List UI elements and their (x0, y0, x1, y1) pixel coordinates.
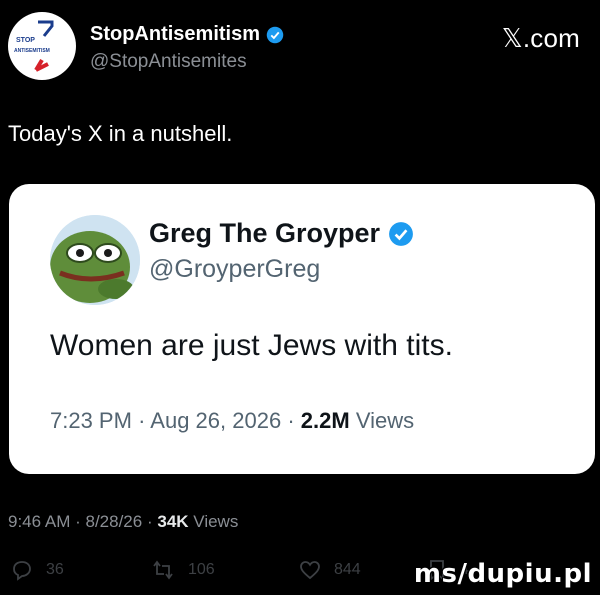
avatar-text-bottom: ANTISEMITISM (14, 48, 50, 54)
watermark: ms/dupiu.pl (413, 559, 592, 589)
quoted-date: Aug 26, 2026 (150, 408, 282, 433)
tweet-time[interactable]: 9:46 AM (8, 512, 70, 531)
quoted-tweet-text: Women are just Jews with tits. (50, 329, 453, 362)
quoted-views-count: 2.2M (300, 408, 350, 433)
tweet-text: Today's X in a nutshell. (8, 121, 233, 146)
retweet-icon (153, 560, 173, 580)
retweet-button[interactable]: 106 (150, 558, 215, 582)
like-count: 844 (334, 561, 361, 578)
quoted-name-row: Greg The Groyper (149, 218, 414, 249)
author-avatar[interactable]: STOP ANTISEMITISM (8, 12, 76, 80)
author-display-name[interactable]: StopAntisemitism (90, 23, 260, 46)
quoted-display-name[interactable]: Greg The Groyper (149, 218, 380, 249)
tweet-meta: 9:46 AM · 8/28/26 · 34K Views (8, 512, 239, 531)
quoted-time: 7:23 PM (50, 408, 132, 433)
quoted-tweet-card[interactable]: Greg The Groyper @GroyperGreg Women are … (9, 184, 595, 474)
stop-antisemitism-logo: STOP ANTISEMITISM (14, 20, 54, 72)
quoted-tweet-meta: 7:23 PM · Aug 26, 2026 · 2.2M Views (50, 408, 415, 433)
quoted-verified-badge-icon (389, 221, 413, 246)
like-button[interactable]: 844 (298, 558, 361, 582)
retweet-count: 106 (188, 561, 215, 578)
pepe-frog-avatar (50, 215, 140, 305)
author-name-row: StopAntisemitism (90, 23, 284, 46)
avatar-text-top: STOP (16, 37, 35, 44)
site-label: 𝕏.com (501, 23, 580, 53)
quoted-author-avatar[interactable] (50, 215, 140, 305)
tweet-views-count: 34K (157, 512, 189, 531)
tweet-views-label: Views (193, 512, 239, 531)
tweet-date[interactable]: 8/28/26 (86, 512, 143, 531)
heart-icon (300, 561, 320, 580)
reply-count: 36 (46, 561, 64, 578)
verified-badge-icon (266, 26, 284, 43)
reply-icon (13, 561, 31, 581)
reply-button[interactable]: 36 (10, 558, 64, 582)
author-handle[interactable]: @StopAntisemites (90, 51, 247, 73)
quoted-views-label: Views (355, 408, 415, 433)
quoted-handle[interactable]: @GroyperGreg (149, 255, 320, 284)
